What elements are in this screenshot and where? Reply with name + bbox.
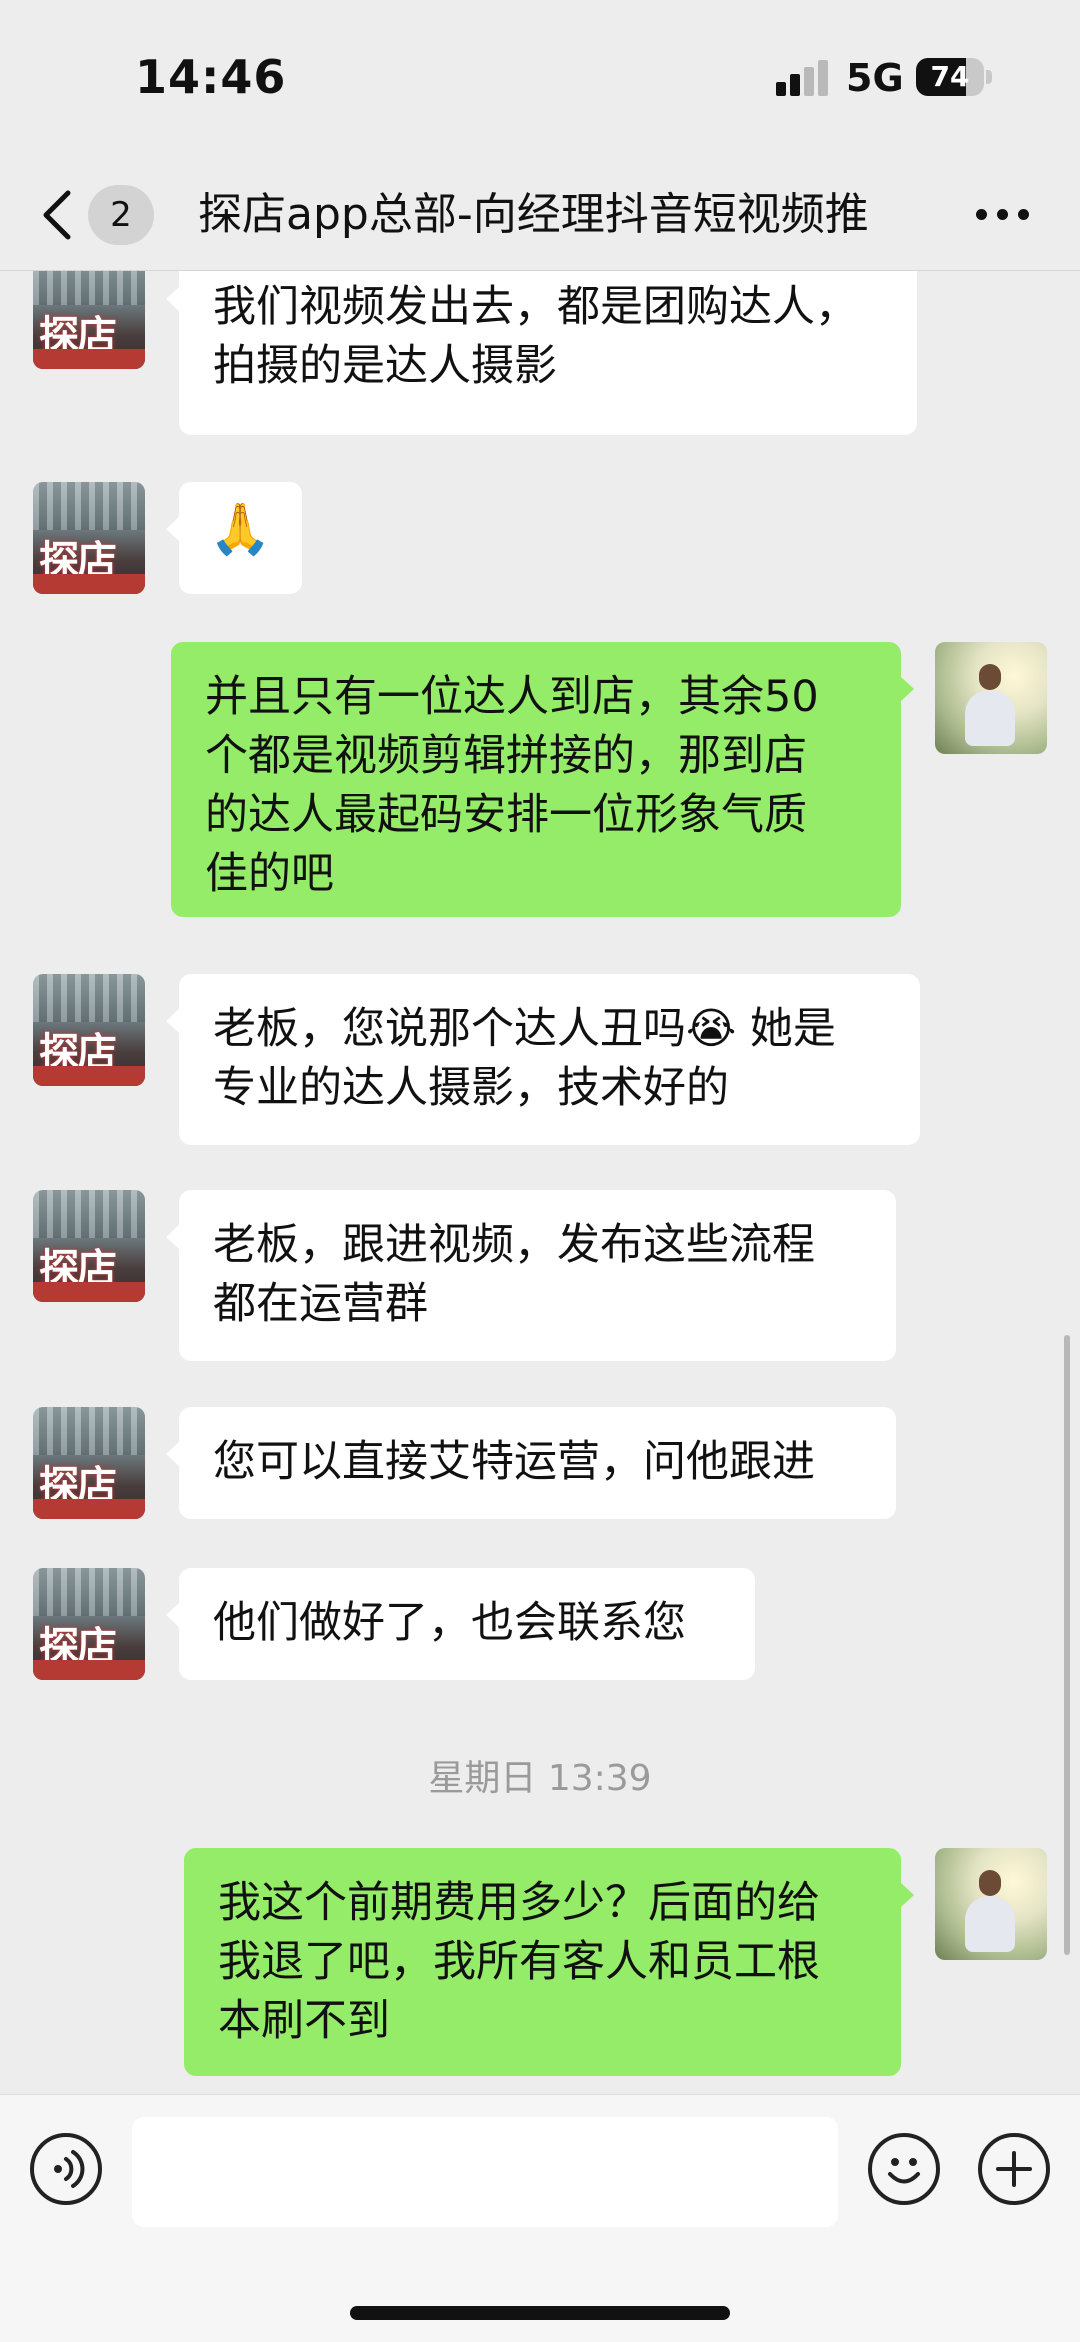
battery-cap: [986, 70, 992, 84]
cellular-signal-icon: [776, 60, 832, 96]
message-text: 并且只有一位达人到店，其余50 个都是视频剪辑拼接的，那到店 的达人最起码安排一…: [205, 672, 819, 899]
message-bubble-self[interactable]: 并且只有一位达人到店，其余50 个都是视频剪辑拼接的，那到店 的达人最起码安排一…: [171, 642, 914, 917]
message-text: 老板，跟进视频，发布这些流程 都在运营群: [213, 1220, 815, 1329]
message-emoji: 🙏: [209, 500, 272, 558]
message-text: 您可以直接艾特运营，问他跟进: [213, 1437, 815, 1487]
more-functions-button[interactable]: [978, 2133, 1050, 2205]
message-list[interactable]: 探店 我们视频发出去，都是团购达人， 拍摄的是达人摄影 探店 🙏 并且只有一位达…: [0, 271, 1080, 2093]
emoji-button[interactable]: [868, 2133, 940, 2205]
self-avatar[interactable]: [935, 1848, 1047, 1960]
chat-header: 2 探店app总部-向经理抖音短视频推: [0, 160, 1080, 271]
status-bar: 14:46 5G 74: [0, 0, 1080, 160]
home-indicator[interactable]: [350, 2306, 730, 2320]
chat-title: 探店app总部-向经理抖音短视频推: [198, 189, 869, 240]
battery-level: 74: [930, 60, 970, 93]
unread-count-badge[interactable]: 2: [88, 185, 154, 245]
message-bubble[interactable]: 我们视频发出去，都是团购达人， 拍摄的是达人摄影: [166, 271, 917, 435]
message-bubble[interactable]: 他们做好了，也会联系您: [166, 1568, 755, 1680]
ellipsis-icon: [976, 209, 987, 220]
contact-avatar[interactable]: 探店: [33, 271, 145, 369]
contact-avatar[interactable]: 探店: [33, 974, 145, 1086]
battery-icon: 74: [916, 58, 984, 96]
message-text: 他们做好了，也会联系您: [213, 1598, 686, 1648]
message-text: 老板，您说那个达人丑吗😭 她是 专业的达人摄影，技术好的: [213, 1004, 836, 1113]
plus-icon: [996, 2151, 1032, 2187]
message-bubble[interactable]: 您可以直接艾特运营，问他跟进: [166, 1407, 896, 1519]
message-bubble[interactable]: 老板，您说那个达人丑吗😭 她是 专业的达人摄影，技术好的: [166, 974, 920, 1145]
voice-button[interactable]: [30, 2133, 102, 2205]
back-button[interactable]: [38, 188, 78, 242]
message-text: 我们视频发出去，都是团购达人， 拍摄的是达人摄影: [213, 282, 858, 391]
contact-avatar[interactable]: 探店: [33, 1190, 145, 1302]
contact-avatar[interactable]: 探店: [33, 482, 145, 594]
message-text: 我这个前期费用多少？后面的给 我退了吧，我所有客人和员工根 本刷不到: [218, 1878, 820, 2046]
message-bubble-self[interactable]: 我这个前期费用多少？后面的给 我退了吧，我所有客人和员工根 本刷不到: [184, 1848, 914, 2076]
message-bubble[interactable]: 老板，跟进视频，发布这些流程 都在运营群: [166, 1190, 896, 1361]
contact-avatar[interactable]: 探店: [33, 1407, 145, 1519]
smiley-icon: [888, 2158, 920, 2184]
scrollbar[interactable]: [1064, 1335, 1070, 1955]
contact-avatar[interactable]: 探店: [33, 1568, 145, 1680]
network-type: 5G: [846, 56, 904, 100]
status-time: 14:46: [135, 50, 287, 104]
more-button[interactable]: [972, 200, 1032, 230]
self-avatar[interactable]: [935, 642, 1047, 754]
message-input[interactable]: [132, 2117, 838, 2227]
voice-icon: [54, 2150, 85, 2188]
chevron-left-icon: [43, 190, 71, 240]
chat-timestamp: 星期日 13:39: [428, 1758, 652, 1799]
input-bar: [0, 2094, 1080, 2342]
message-bubble[interactable]: 🙏: [166, 482, 302, 594]
